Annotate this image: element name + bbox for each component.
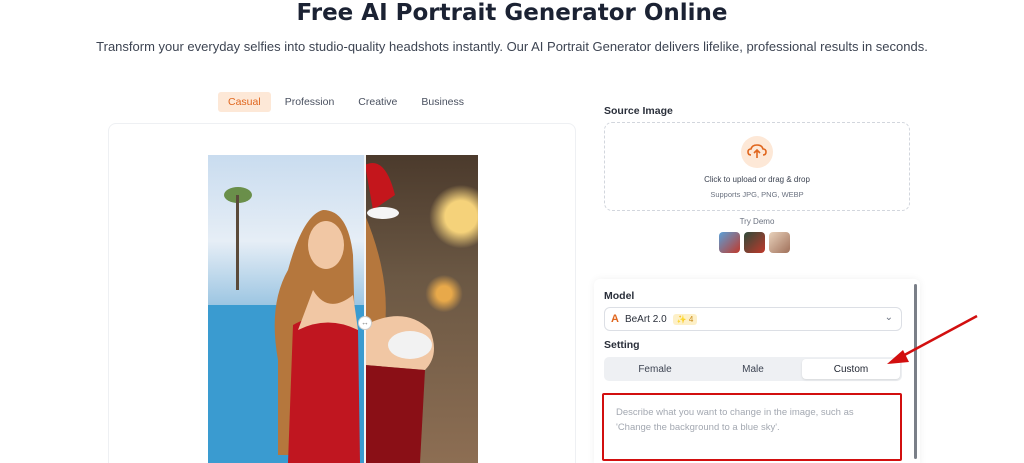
model-credits-value: 4: [688, 314, 694, 324]
demo-thumbnail-3[interactable]: [769, 232, 790, 253]
model-name: BeArt 2.0: [624, 313, 667, 325]
tab-creative[interactable]: Creative: [348, 92, 407, 112]
beart-logo-icon: A: [611, 313, 619, 325]
try-demo-label: Try Demo: [739, 217, 775, 226]
tab-casual[interactable]: Casual: [218, 92, 271, 112]
compare-divider[interactable]: [364, 155, 366, 463]
after-image: [365, 155, 478, 463]
setting-female[interactable]: Female: [606, 359, 704, 379]
style-tabs: Casual Profession Creative Business: [218, 92, 474, 112]
upload-formats: Supports JPG, PNG, WEBP: [710, 190, 804, 199]
annotation-arrow-icon: [887, 314, 978, 364]
page-title: Free AI Portrait Generator Online: [296, 0, 728, 26]
model-credits-badge: ✨ 4: [672, 313, 698, 325]
compare-handle-icon[interactable]: ↔: [358, 316, 372, 330]
custom-prompt-textarea[interactable]: Describe what you want to change in the …: [602, 393, 902, 461]
setting-toggle: Female Male Custom: [604, 357, 902, 381]
upload-dropzone[interactable]: Click to upload or drag & drop Supports …: [604, 122, 910, 211]
upload-instructions: Click to upload or drag & drop: [704, 175, 810, 184]
model-label: Model: [604, 290, 635, 302]
model-select[interactable]: A BeArt 2.0 ✨ 4 ⌄: [604, 307, 902, 331]
source-image-label: Source Image: [604, 105, 673, 117]
before-after-preview: ↔: [208, 155, 478, 463]
tab-profession[interactable]: Profession: [275, 92, 345, 112]
portrait-after-illustration: [365, 163, 434, 463]
page-subtitle: Transform your everyday selfies into stu…: [96, 39, 928, 54]
setting-male[interactable]: Male: [704, 359, 802, 379]
setting-label: Setting: [604, 339, 640, 351]
tab-business[interactable]: Business: [411, 92, 474, 112]
prompt-placeholder: Describe what you want to change in the …: [616, 407, 854, 433]
before-image: [208, 155, 365, 463]
demo-thumbnail-1[interactable]: [719, 232, 740, 253]
cloud-upload-icon: [741, 136, 773, 168]
demo-thumbnails: [719, 232, 790, 253]
portrait-before-illustration: [208, 187, 365, 463]
demo-thumbnail-2[interactable]: [744, 232, 765, 253]
